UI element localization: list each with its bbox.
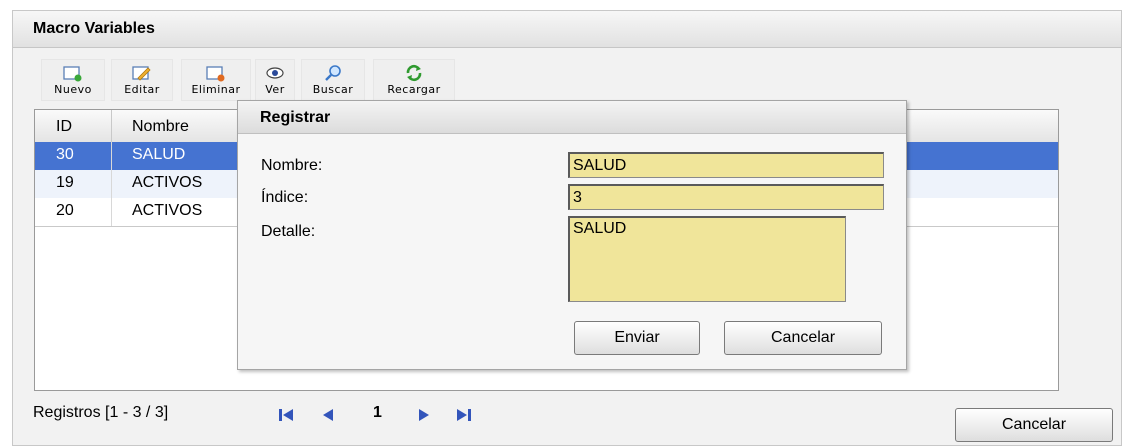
cancel-button[interactable]: Cancelar	[955, 408, 1113, 442]
dialog-header: Registrar	[238, 101, 906, 134]
editar-button[interactable]: Editar	[111, 59, 173, 101]
dialog-cancel-button[interactable]: Cancelar	[724, 321, 882, 355]
reload-icon	[406, 64, 422, 82]
nuevo-label: Nuevo	[54, 83, 92, 96]
panel-header: Macro Variables	[13, 11, 1121, 48]
column-divider	[111, 110, 112, 142]
pager-records-text: Registros [1 - 3 / 3]	[33, 404, 169, 421]
cell-nombre: ACTIVOS	[132, 202, 203, 219]
eliminar-label: Eliminar	[191, 83, 241, 96]
indice-label: Índice:	[261, 189, 309, 206]
ver-label: Ver	[265, 83, 285, 96]
buscar-button[interactable]: Buscar	[301, 59, 365, 101]
cell-nombre: SALUD	[132, 146, 186, 163]
new-record-icon	[63, 66, 82, 82]
cell-divider	[111, 142, 112, 170]
nombre-field[interactable]: SALUD	[568, 152, 884, 178]
column-header-nombre[interactable]: Nombre	[132, 118, 189, 136]
editar-label: Editar	[124, 83, 160, 96]
cell-id: 20	[56, 202, 74, 219]
cell-nombre: ACTIVOS	[132, 174, 203, 191]
last-page-icon[interactable]	[454, 406, 474, 424]
nuevo-button[interactable]: Nuevo	[41, 59, 105, 101]
cell-divider	[111, 170, 112, 198]
dialog-title: Registrar	[260, 109, 331, 126]
enviar-button[interactable]: Enviar	[574, 321, 700, 355]
search-magnifier-icon	[325, 65, 341, 81]
nombre-label: Nombre:	[261, 157, 323, 174]
next-page-icon[interactable]	[414, 406, 434, 424]
view-eye-icon	[266, 67, 284, 79]
detalle-textarea[interactable]: SALUD	[568, 216, 846, 302]
buscar-label: Buscar	[312, 83, 354, 96]
recargar-label: Recargar	[387, 83, 441, 96]
cell-divider	[111, 198, 112, 226]
recargar-button[interactable]: Recargar	[373, 59, 455, 101]
registrar-dialog: Registrar Nombre: SALUD Índice: 3 Detall…	[237, 100, 907, 370]
ver-button[interactable]: Ver	[255, 59, 295, 101]
panel-title: Macro Variables	[33, 20, 155, 37]
current-page-number: 1	[373, 404, 382, 421]
eliminar-button[interactable]: Eliminar	[181, 59, 251, 101]
indice-field[interactable]: 3	[568, 184, 884, 210]
column-header-id[interactable]: ID	[56, 118, 72, 136]
first-page-icon[interactable]	[276, 406, 296, 424]
cell-id: 30	[56, 146, 74, 163]
edit-pencil-icon	[132, 66, 151, 81]
previous-page-icon[interactable]	[318, 406, 338, 424]
delete-record-icon	[206, 66, 225, 82]
cell-id: 19	[56, 174, 74, 191]
detalle-label: Detalle:	[261, 223, 316, 240]
